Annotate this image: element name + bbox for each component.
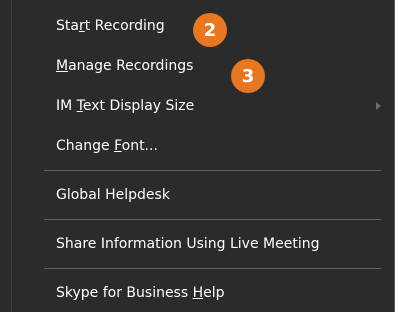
menu-separator <box>44 170 381 171</box>
step-badge-3: 3 <box>231 59 265 93</box>
menu-item-manage-recordings[interactable]: Manage Recordings <box>0 48 395 84</box>
context-menu: Start Recording Manage Recordings IM Tex… <box>0 0 395 312</box>
menu-item-label: Manage Recordings <box>56 58 194 74</box>
menu-item-share-information-live-meeting[interactable]: Share Information Using Live Meeting <box>0 226 395 262</box>
step-badge-2: 2 <box>193 13 227 47</box>
menu-item-label: Change Font... <box>56 138 158 154</box>
menu-item-skype-for-business-help[interactable]: Skype for Business Help <box>0 275 395 311</box>
menu-item-label: Start Recording <box>56 18 165 34</box>
submenu-arrow-icon <box>376 102 381 110</box>
menu-item-label: IM Text Display Size <box>56 98 195 114</box>
menu-item-label: Global Helpdesk <box>56 187 170 203</box>
menu-item-global-helpdesk[interactable]: Global Helpdesk <box>0 177 395 213</box>
menu-separator <box>44 219 381 220</box>
menu-item-change-font[interactable]: Change Font... <box>0 128 395 164</box>
menu-separator <box>44 268 381 269</box>
menu-item-label: Skype for Business Help <box>56 285 225 301</box>
screen: Start Recording Manage Recordings IM Tex… <box>0 0 409 312</box>
menu-item-label: Share Information Using Live Meeting <box>56 236 320 252</box>
menu-item-im-text-display-size[interactable]: IM Text Display Size <box>0 88 395 124</box>
